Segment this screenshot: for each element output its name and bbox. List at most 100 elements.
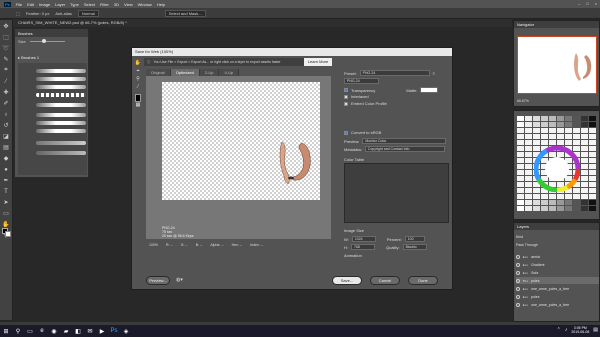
swatch-cell[interactable] xyxy=(557,200,564,205)
eyedropper-icon[interactable]: ⁄ xyxy=(134,84,142,92)
history-brush-icon[interactable]: ↺ xyxy=(2,121,11,130)
swatch-cell[interactable] xyxy=(525,158,532,163)
swatch-cell[interactable] xyxy=(557,134,564,139)
eye-icon[interactable] xyxy=(516,262,520,267)
background-color-swatch[interactable] xyxy=(5,231,11,237)
swatch-cell[interactable] xyxy=(533,122,540,127)
swatch-cell[interactable] xyxy=(525,122,532,127)
navigator-zoom[interactable]: 66.67% xyxy=(517,99,529,103)
eye-icon[interactable] xyxy=(516,294,520,299)
swatch-cell[interactable] xyxy=(565,194,572,199)
preview-select[interactable]: Monitor Color xyxy=(362,138,447,144)
tab-2up[interactable]: 2-Up xyxy=(199,69,220,76)
edge-icon[interactable]: e xyxy=(36,325,48,337)
maximize-icon[interactable]: □ xyxy=(586,1,588,6)
layer-row[interactable]: ▸▭ Sofa xyxy=(516,269,599,276)
optimize-menu-icon[interactable]: ≡ xyxy=(433,71,435,76)
select-mask-button[interactable]: Select and Mask... xyxy=(164,9,206,17)
app-icon[interactable]: ◈ xyxy=(120,325,132,337)
swatch-cell[interactable] xyxy=(581,152,588,157)
swatch-cell[interactable] xyxy=(589,146,596,151)
lasso-tool-icon[interactable]: ➰ xyxy=(2,44,11,53)
swatch-cell[interactable] xyxy=(525,206,532,211)
swatch-cell[interactable] xyxy=(581,176,588,181)
swatch-cell[interactable] xyxy=(525,146,532,151)
swatch-cell[interactable] xyxy=(589,206,596,211)
navigator-thumbnail[interactable] xyxy=(517,36,597,94)
convert-srgb-checkbox[interactable] xyxy=(344,130,348,135)
swatch-cell[interactable] xyxy=(557,206,564,211)
swatch-cell[interactable] xyxy=(589,200,596,205)
swatch-cell[interactable] xyxy=(525,152,532,157)
swatch-cell[interactable] xyxy=(533,140,540,145)
menu-image[interactable]: Image xyxy=(39,2,50,7)
swatch-cell[interactable] xyxy=(549,194,556,199)
swatch-cell[interactable] xyxy=(517,152,524,157)
swatch-cell[interactable] xyxy=(517,122,524,127)
swatch-cell[interactable] xyxy=(525,200,532,205)
menu-window[interactable]: Window xyxy=(138,2,152,7)
swatch-cell[interactable] xyxy=(549,134,556,139)
swatch-cell[interactable] xyxy=(557,194,564,199)
swatch-cell[interactable] xyxy=(525,188,532,193)
swatch-cell[interactable] xyxy=(517,158,524,163)
brush-folder[interactable]: ▸ Brushes 1 xyxy=(18,55,39,60)
swatch-cell[interactable] xyxy=(589,188,596,193)
style-select[interactable]: Normal xyxy=(77,9,99,17)
menu-3d[interactable]: 3D xyxy=(114,2,119,7)
layer-row[interactable]: ▸▭ one_arme_poles_a_free xyxy=(516,301,599,308)
swatch-cell[interactable] xyxy=(525,194,532,199)
type-tool-icon[interactable]: T xyxy=(2,187,11,196)
eyedropper-tool-icon[interactable]: ⁄ xyxy=(2,77,11,86)
swatch-cell[interactable] xyxy=(573,200,580,205)
crop-tool-icon[interactable]: ⌗ xyxy=(2,66,11,75)
brush-tool-icon[interactable]: ✐ xyxy=(2,99,11,108)
layer-row-selected[interactable]: ▾▭ poles xyxy=(516,277,599,284)
swatch-cell[interactable] xyxy=(581,122,588,127)
close-icon[interactable]: × xyxy=(595,1,597,6)
image-preview[interactable]: PNG-24 75 sec 20 sec @ 56.6 Kbps xyxy=(146,76,331,239)
swatch-cell[interactable] xyxy=(517,170,524,175)
swatch-cell[interactable] xyxy=(517,188,524,193)
volume-icon[interactable]: ♪ xyxy=(565,327,568,333)
brush-stroke-preview[interactable] xyxy=(36,103,86,107)
transparency-checkbox[interactable] xyxy=(344,88,348,92)
swatch-cell[interactable] xyxy=(541,206,548,211)
swatch-cell[interactable] xyxy=(541,116,548,121)
eraser-tool-icon[interactable]: ◪ xyxy=(2,132,11,141)
eye-icon[interactable] xyxy=(516,254,520,259)
antialias-checkbox[interactable]: Anti-alias xyxy=(55,11,71,16)
swatch-cell[interactable] xyxy=(517,182,524,187)
cancel-button[interactable]: Cancel xyxy=(370,276,400,285)
format-select[interactable]: PNG-24 xyxy=(344,78,379,84)
swatch-cell[interactable] xyxy=(581,158,588,163)
swatch-cell[interactable] xyxy=(517,206,524,211)
ps-logo[interactable]: Ps xyxy=(4,1,11,7)
swatch-cell[interactable] xyxy=(549,206,556,211)
swatch-cell[interactable] xyxy=(549,122,556,127)
swatch-cell[interactable] xyxy=(517,134,524,139)
blur-tool-icon[interactable]: ◆ xyxy=(2,154,11,163)
brush-stroke-preview[interactable] xyxy=(36,121,86,125)
swatch-cell[interactable] xyxy=(565,116,572,121)
brush-list[interactable] xyxy=(18,63,87,175)
swatch-cell[interactable] xyxy=(589,176,596,181)
menu-view[interactable]: View xyxy=(124,2,133,7)
swatch-cell[interactable] xyxy=(517,200,524,205)
swatch-cell[interactable] xyxy=(589,152,596,157)
swatch-cell[interactable] xyxy=(525,176,532,181)
move-tool-icon[interactable]: ✥ xyxy=(2,22,11,31)
brush-stroke-preview[interactable] xyxy=(36,151,86,155)
brush-stroke-preview[interactable] xyxy=(36,129,86,133)
task-view-icon[interactable]: ▭ xyxy=(24,325,36,337)
size-slider-knob[interactable] xyxy=(41,38,46,43)
swatch-cell[interactable] xyxy=(565,206,572,211)
swatch-cell[interactable] xyxy=(517,176,524,181)
swatch-cell[interactable] xyxy=(581,116,588,121)
tab-original[interactable]: Original xyxy=(146,69,171,76)
swatch-cell[interactable] xyxy=(565,128,572,133)
size-slider[interactable] xyxy=(29,38,65,43)
metadata-select[interactable]: Copyright and Contact Info xyxy=(364,146,445,152)
menu-filter[interactable]: Filter xyxy=(100,2,109,7)
swatch-cell[interactable] xyxy=(549,200,556,205)
